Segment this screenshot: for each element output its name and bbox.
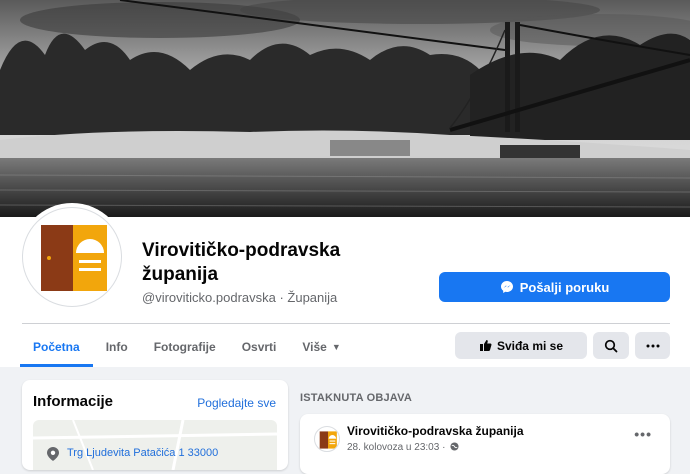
- post-options-button[interactable]: •••: [634, 426, 652, 442]
- caret-down-icon: ▼: [331, 342, 341, 352]
- cover-photo[interactable]: [0, 0, 690, 217]
- post-author-name[interactable]: Virovitičko-podravska županija: [347, 424, 524, 438]
- tab-more[interactable]: Više ▼: [289, 327, 353, 367]
- tab-photos[interactable]: Fotografije: [141, 327, 229, 367]
- featured-post-card: Virovitičko-podravska županija 28. kolov…: [300, 414, 670, 474]
- see-all-link[interactable]: Pogledajte sve: [197, 396, 276, 410]
- info-card-title: Informacije: [33, 393, 114, 410]
- tab-reviews-label: Osvrti: [241, 340, 277, 354]
- featured-post-label: ISTAKNUTA OBJAVA: [300, 392, 412, 404]
- tab-reviews[interactable]: Osvrti: [229, 327, 290, 367]
- profile-header: Virovitičko-podravska županija @viroviti…: [0, 207, 690, 367]
- post-author-avatar[interactable]: [314, 426, 340, 452]
- messenger-icon: [500, 281, 513, 293]
- post-timestamp[interactable]: 28. kolovoza u 23:03 ·: [347, 442, 459, 453]
- tab-more-label: Više: [302, 340, 327, 354]
- search-icon: [604, 339, 618, 352]
- tab-info[interactable]: Info: [93, 327, 141, 367]
- thumbs-up-icon: [479, 340, 492, 351]
- send-message-button[interactable]: Pošalji poruku: [439, 272, 670, 302]
- location-pin-icon: [47, 447, 59, 461]
- globe-icon: [450, 442, 459, 451]
- page-handle: @viroviticko.podravska · Županija: [142, 290, 338, 305]
- post-date-text: 28. kolovoza u 23:03 ·: [347, 442, 446, 453]
- location-map[interactable]: Trg Ljudevita Patačića 1 33000: [33, 420, 277, 470]
- tab-info-label: Info: [105, 340, 128, 354]
- send-message-label: Pošalji poruku: [519, 279, 610, 295]
- more-options-button[interactable]: [635, 332, 670, 359]
- more-dots-icon: [646, 344, 659, 347]
- tab-home[interactable]: Početna: [20, 327, 93, 367]
- address-link[interactable]: Trg Ljudevita Patačića 1 33000: [67, 447, 218, 459]
- header-divider: [22, 323, 670, 324]
- tab-home-label: Početna: [33, 340, 80, 354]
- like-button[interactable]: Sviđa mi se: [455, 332, 587, 359]
- info-card: Informacije Pogledajte sve Trg Ljudevita…: [22, 380, 288, 470]
- page-avatar[interactable]: [22, 207, 122, 307]
- page-tabs: Početna Info Fotografije Osvrti Više ▼: [20, 327, 354, 367]
- tab-photos-label: Fotografije: [153, 340, 216, 354]
- page-title: Virovitičko-podravska županija: [142, 240, 341, 285]
- like-label: Sviđa mi se: [496, 338, 564, 353]
- search-button[interactable]: [593, 332, 629, 359]
